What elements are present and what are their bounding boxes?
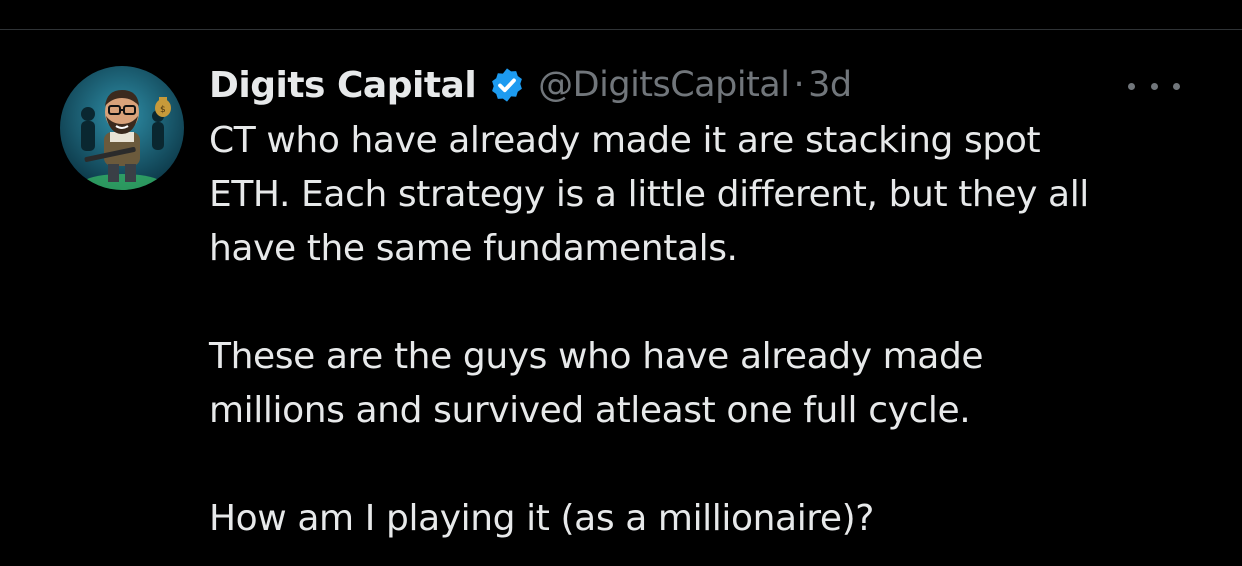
- tweet-text: CT who have already made it are stacking…: [209, 114, 1209, 546]
- tweet-timestamp[interactable]: 3d: [808, 65, 852, 105]
- verified-badge-icon[interactable]: [488, 66, 526, 104]
- author-handle[interactable]: @DigitsCapital: [538, 65, 790, 105]
- more-dot: [1173, 82, 1180, 90]
- separator-dot: ·: [793, 65, 805, 105]
- tweet-paragraph: How am I playing it (as a millionaire)?: [209, 498, 875, 539]
- top-divider: [0, 29, 1242, 30]
- svg-text:$: $: [160, 105, 166, 115]
- avatar[interactable]: $: [60, 66, 184, 190]
- cartoon-avatar-icon: $: [60, 66, 184, 190]
- tweet-header: Digits Capital @DigitsCapital · 3d: [209, 60, 852, 110]
- tweet-paragraph: CT who have already made it are stacking…: [209, 120, 1089, 269]
- more-dot: [1150, 82, 1158, 90]
- tweet-paragraph: These are the guys who have already made…: [209, 336, 984, 431]
- more-options-icon[interactable]: [1128, 72, 1180, 100]
- more-dot: [1128, 82, 1135, 90]
- author-display-name[interactable]: Digits Capital: [209, 65, 477, 106]
